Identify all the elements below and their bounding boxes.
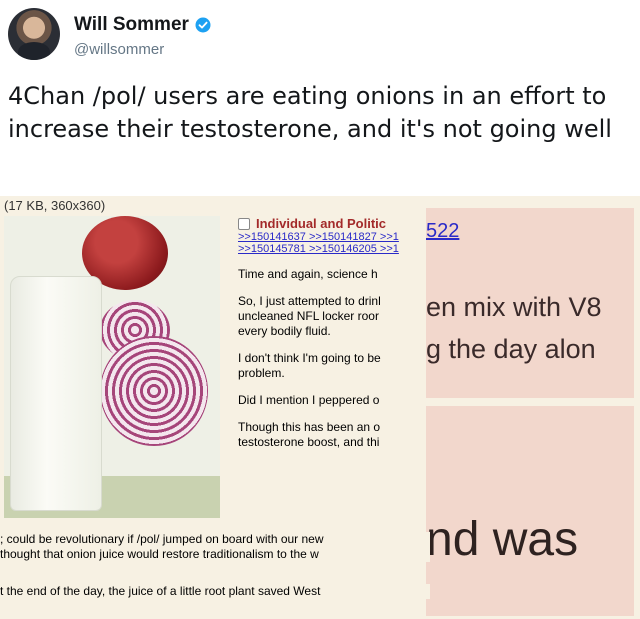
tweet-header: Will Sommer @willsommer: [8, 8, 628, 68]
post-line: thought that onion juice would restore t…: [0, 547, 430, 562]
post-line: So, I just attempted to drinl uncleaned …: [238, 294, 381, 338]
zoomed-text-large: nd was: [426, 513, 579, 566]
avatar[interactable]: [8, 8, 60, 60]
zoomed-text-line: en mix with V8: [426, 292, 602, 322]
onion-slice-large: [100, 336, 208, 446]
post-line: Time and again, science h: [238, 267, 378, 281]
zoomed-reply-number: 522: [426, 220, 460, 242]
verified-badge-icon: [195, 17, 211, 33]
post-subject: Individual and Politic: [256, 216, 387, 231]
zoomed-excerpt-bottom: nd was: [426, 406, 634, 616]
post-line: Though this has been an o testosterone b…: [238, 420, 381, 449]
reply-links[interactable]: >>150145781 >>150146205 >>1: [238, 243, 430, 255]
post-line: Did I mention I peppered o: [238, 393, 380, 407]
tweet-text: 4Chan /pol/ users are eating onions in a…: [8, 82, 612, 143]
juice-glass: [10, 276, 102, 511]
post-line: ; could be revolutionary if /pol/ jumped…: [0, 532, 430, 547]
author-handle[interactable]: @willsommer: [74, 41, 164, 58]
post-checkbox[interactable]: [238, 217, 250, 230]
tweet-media-image[interactable]: (17 KB, 360x360) Individual and Politic …: [0, 196, 640, 619]
author-name[interactable]: Will Sommer: [74, 14, 189, 36]
post-header: Individual and Politic: [238, 216, 430, 231]
forum-post: Individual and Politic >>150141637 >>150…: [230, 216, 430, 518]
onion-juice-photo: [4, 216, 220, 518]
author-name-row: Will Sommer: [74, 14, 211, 36]
reply-links[interactable]: >>150141637 >>150141827 >>1: [238, 231, 430, 243]
file-info: (17 KB, 360x360): [4, 198, 106, 213]
post-line: t the end of the day, the juice of a lit…: [0, 584, 430, 599]
zoomed-text-line: g the day alon: [426, 334, 596, 364]
zoomed-excerpt-top: 522 en mix with V8 g the day alon: [426, 208, 634, 398]
post-line: I don't think I'm going to be problem.: [238, 351, 381, 380]
